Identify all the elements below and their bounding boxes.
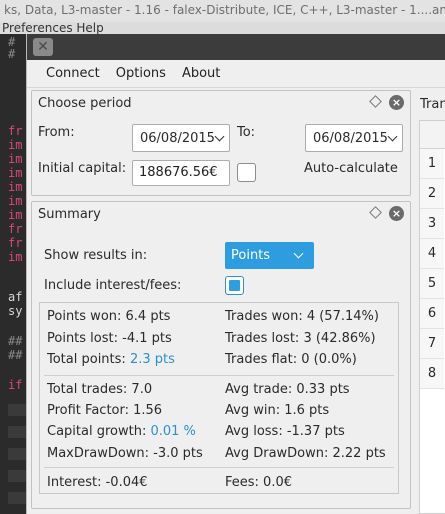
fees: Fees: 0.0€ bbox=[225, 475, 292, 490]
show-results-label: Show results in: bbox=[44, 248, 148, 263]
capital-growth-value: 0.01 % bbox=[150, 424, 196, 439]
background-menubar: Preferences Help bbox=[0, 22, 445, 34]
chevron-down-icon bbox=[214, 131, 225, 142]
choose-period-header: Choose period × bbox=[32, 91, 410, 115]
code-line: im bbox=[8, 166, 23, 180]
background-window-title: ks, Data, L3-master - 1.16 - falex-Distr… bbox=[0, 0, 445, 22]
table-row-number[interactable]: 2 bbox=[420, 179, 444, 209]
editor-gutter-mark bbox=[8, 492, 26, 504]
chevron-down-icon bbox=[293, 248, 304, 259]
trades-table-header bbox=[420, 121, 445, 149]
menu-options[interactable]: Options bbox=[110, 63, 172, 84]
avg-trade: Avg trade: 0.33 pts bbox=[225, 382, 350, 397]
editor-gutter-mark bbox=[8, 448, 26, 460]
code-line: im bbox=[8, 194, 23, 208]
show-results-select[interactable]: Points bbox=[225, 242, 314, 269]
summary-header: Summary × bbox=[32, 202, 410, 226]
summary-stats-box: Points won: 6.4 pts Trades won: 4 (57.14… bbox=[39, 302, 399, 494]
summary-panel: Summary × Show results in: Points Includ… bbox=[31, 201, 411, 509]
trades-panel-title: Tran bbox=[420, 97, 445, 112]
show-results-value: Points bbox=[231, 248, 271, 263]
summary-title: Summary bbox=[38, 206, 101, 222]
points-won: Points won: 6.4 pts bbox=[47, 309, 171, 324]
table-row-number[interactable]: 3 bbox=[420, 209, 444, 239]
code-line: ## bbox=[8, 348, 23, 362]
to-label: To: bbox=[237, 125, 256, 140]
table-row-number[interactable]: 8 bbox=[420, 359, 444, 389]
code-line: im bbox=[8, 138, 23, 152]
choose-period-title: Choose period bbox=[38, 95, 132, 111]
background-editor: # # fr im im im im im im fr fr im af sy ## ## if bbox=[0, 34, 26, 514]
app-logo-icon: ✕ bbox=[33, 38, 53, 56]
avg-loss: Avg loss: -1.37 pts bbox=[225, 424, 345, 439]
trades-lost: Trades lost: 3 (42.86%) bbox=[225, 331, 376, 346]
from-date-value: 06/08/2015 bbox=[140, 130, 215, 146]
close-panel-icon[interactable]: × bbox=[389, 206, 404, 221]
code-line: sy bbox=[8, 304, 23, 318]
max-drawdown: MaxDrawDown: -3.0 pts bbox=[47, 446, 203, 461]
include-interest-checkbox[interactable] bbox=[225, 276, 244, 295]
code-line: ## bbox=[8, 334, 23, 348]
code-line: im bbox=[8, 152, 23, 166]
menubar: Connect Options About bbox=[27, 60, 445, 88]
code-line: # bbox=[8, 47, 16, 61]
trades-table[interactable]: 12345678 bbox=[419, 120, 445, 514]
include-interest-label: Include interest/fees: bbox=[44, 278, 182, 293]
from-label: From: bbox=[38, 125, 75, 140]
table-row-number[interactable]: 6 bbox=[420, 299, 444, 329]
float-panel-icon[interactable] bbox=[369, 95, 382, 108]
code-line: fr bbox=[8, 124, 23, 138]
close-panel-icon[interactable]: × bbox=[389, 95, 404, 110]
from-date-select[interactable]: 06/08/2015 bbox=[132, 124, 230, 152]
menu-about[interactable]: About bbox=[176, 63, 226, 84]
editor-gutter-mark bbox=[8, 404, 26, 416]
table-row-number[interactable]: 4 bbox=[420, 239, 444, 269]
avg-win: Avg win: 1.6 pts bbox=[225, 403, 330, 418]
capital-growth-label: Capital growth: bbox=[47, 424, 151, 439]
total-points-value: 2.3 pts bbox=[129, 352, 175, 367]
checkmark-icon bbox=[229, 280, 240, 291]
code-line: im bbox=[8, 180, 23, 194]
capital-growth: Capital growth: 0.01 % bbox=[47, 424, 196, 439]
table-row-number[interactable]: 5 bbox=[420, 269, 444, 299]
stats-divider bbox=[44, 467, 394, 468]
table-row-number[interactable]: 7 bbox=[420, 329, 444, 359]
editor-gutter-mark bbox=[8, 470, 26, 482]
trades-flat: Trades flat: 0 (0.0%) bbox=[225, 352, 357, 367]
initial-capital-label: Initial capital: bbox=[38, 161, 127, 176]
code-line: im bbox=[8, 208, 23, 222]
editor-gutter-mark bbox=[8, 426, 26, 438]
trades-won: Trades won: 4 (57.14%) bbox=[225, 309, 379, 324]
code-line: fr bbox=[8, 236, 23, 250]
avg-drawdown: Avg DrawDown: 2.22 pts bbox=[225, 446, 386, 461]
initial-capital-input[interactable]: 188676.56€ bbox=[132, 160, 230, 186]
code-line: fr bbox=[8, 222, 23, 236]
table-row-number[interactable]: 1 bbox=[420, 149, 444, 179]
code-line: af bbox=[8, 290, 23, 304]
app-titlebar: ✕ bbox=[27, 34, 445, 60]
to-date-select[interactable]: 06/08/2015 bbox=[305, 124, 403, 152]
profit-factor: Profit Factor: 1.56 bbox=[47, 403, 163, 418]
menu-connect[interactable]: Connect bbox=[40, 63, 106, 84]
to-date-value: 06/08/2015 bbox=[313, 130, 388, 146]
points-lost: Points lost: -4.1 pts bbox=[47, 331, 172, 346]
float-panel-icon[interactable] bbox=[369, 206, 382, 219]
stats-divider bbox=[44, 375, 394, 376]
auto-calculate-label: Auto-calculate bbox=[304, 161, 398, 176]
trades-panel: Tran 12345678 bbox=[416, 89, 445, 514]
code-line: if bbox=[8, 378, 23, 392]
interest: Interest: -0.04€ bbox=[47, 475, 148, 490]
app-window: ✕ Connect Options About Choose period × … bbox=[26, 34, 445, 514]
chevron-down-icon bbox=[387, 131, 398, 142]
total-trades: Total trades: 7.0 bbox=[47, 382, 153, 397]
choose-period-panel: Choose period × From: 06/08/2015 To: 06/… bbox=[31, 90, 411, 196]
total-points-label: Total points: bbox=[47, 352, 130, 367]
total-points: Total points: 2.3 pts bbox=[47, 352, 175, 367]
code-line: im bbox=[8, 250, 23, 264]
auto-calculate-checkbox[interactable] bbox=[237, 163, 256, 182]
